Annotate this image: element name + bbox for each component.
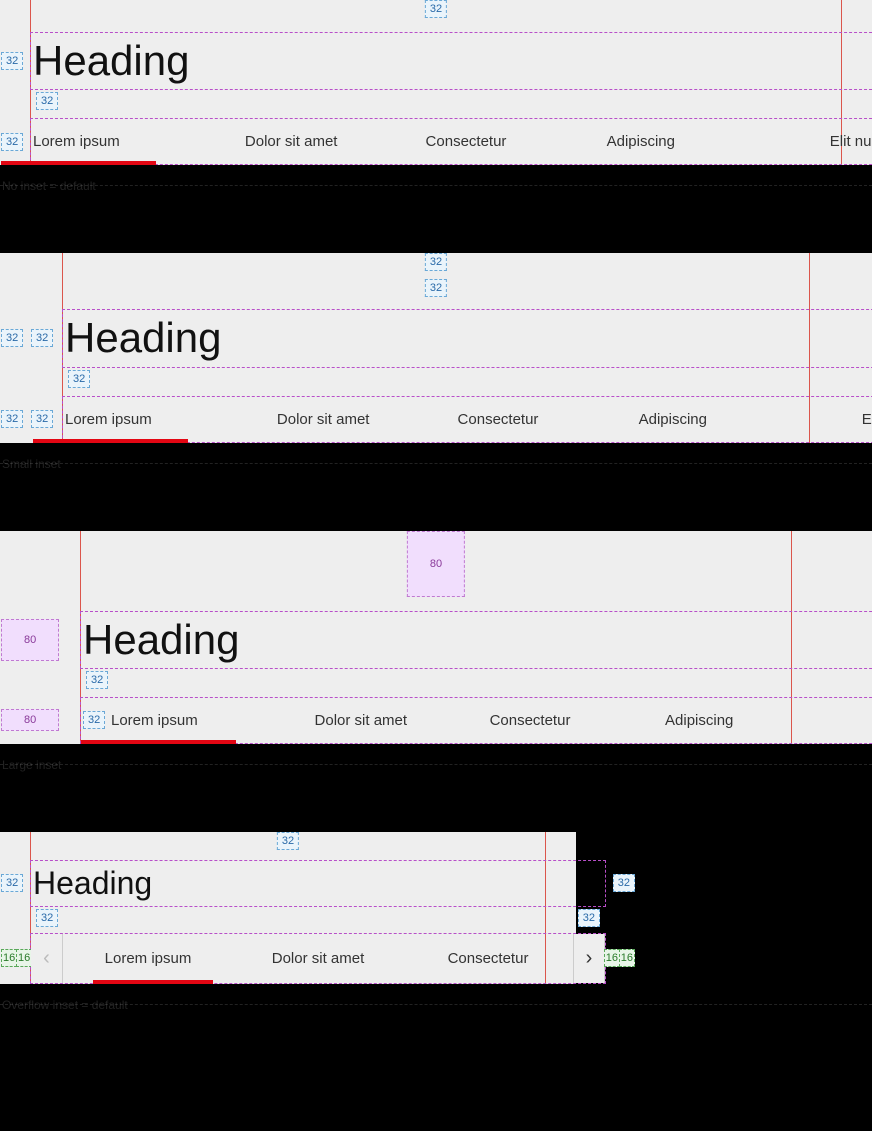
spacing-badge-inner-left: 32 — [68, 370, 90, 388]
chevron-right-icon: › — [586, 947, 593, 970]
example-caption-4: Overflow inset = default — [0, 992, 872, 1020]
page-heading: Heading — [63, 314, 872, 362]
spacing-badge-top-outer: 32 — [425, 253, 447, 271]
page-heading: Heading — [31, 37, 872, 85]
tabs-row: 32 Lorem ipsum Dolor sit amet Consectetu… — [30, 118, 872, 165]
spacing-badge-top: 32 — [425, 0, 447, 18]
spacing-badge-inner-left: 32 — [86, 671, 108, 689]
tab-3[interactable]: Consectetur — [403, 944, 573, 973]
spacing-badge-tabs-left-inner: 32 — [31, 410, 53, 428]
spacing-badge-left-outer: 32 — [1, 329, 23, 347]
tabs-scroll-right[interactable]: › — [573, 934, 605, 983]
tab-2[interactable]: Dolor sit amet — [204, 127, 379, 156]
tab-1[interactable]: Lorem ipsum — [63, 405, 236, 434]
spacing-badge-inner-left: 32 — [36, 92, 58, 110]
tab-5[interactable]: Elit nullam — [784, 706, 872, 735]
tab-3[interactable]: Consectetur — [411, 405, 586, 434]
spacing-badge-top: 80 — [407, 531, 465, 597]
tab-5[interactable]: Elit nullam — [760, 405, 872, 434]
example-caption-1: No inset = default — [0, 173, 872, 253]
tab-1[interactable]: Lorem ipsum — [63, 944, 233, 973]
tabs-row-overflow: 16 16 ‹ Lorem ipsum Dolor sit amet Conse… — [30, 933, 606, 984]
active-tab-underline — [1, 161, 156, 165]
spacing-badge-inner-left: 32 — [36, 909, 58, 927]
spacing-badge-top: 32 — [277, 832, 299, 850]
tab-2[interactable]: Dolor sit amet — [276, 706, 445, 735]
spacing-badge-left: 32 — [1, 874, 23, 892]
tab-3[interactable]: Consectetur — [445, 706, 614, 735]
chevron-left-icon: ‹ — [43, 947, 50, 970]
spacing-badge-arrow-left-inner: 16 — [16, 949, 32, 967]
tab-2[interactable]: Dolor sit amet — [236, 405, 411, 434]
tabs-scroll-left[interactable]: ‹ — [31, 934, 63, 983]
spacing-badge-arrow-right-inner: 16 — [604, 949, 620, 967]
spacing-badge-right: 32 — [613, 874, 635, 892]
spacing-badge-inner-right: 32 — [578, 909, 600, 927]
tabs-row: 32 32 Lorem ipsum Dolor sit amet Consect… — [62, 396, 872, 443]
active-tab-underline — [93, 980, 213, 984]
tab-3[interactable]: Consectetur — [379, 127, 554, 156]
spacing-badge-tabs-left-outer: 80 — [1, 709, 59, 731]
active-tab-underline — [81, 740, 236, 744]
tab-4[interactable]: Adipiscing — [553, 127, 728, 156]
tab-4[interactable]: Adipiscing — [585, 405, 760, 434]
tab-2[interactable]: Dolor sit amet — [233, 944, 403, 973]
spacing-badge-tabs-left: 32 — [1, 133, 23, 151]
spacing-badge-left-inner: 32 — [31, 329, 53, 347]
spacing-badge-tabs-left-outer: 32 — [1, 410, 23, 428]
tab-1[interactable]: Lorem ipsum — [31, 127, 204, 156]
page-heading: Heading — [31, 865, 605, 902]
tab-1[interactable]: Lorem ipsum — [81, 706, 276, 735]
spacing-badge-arrow-right-outer: 16 — [619, 949, 635, 967]
tabs-row: 80 32 Lorem ipsum Dolor sit amet Consect… — [80, 697, 872, 744]
example-caption-2: Small inset — [0, 451, 872, 531]
example-caption-3: Large inset — [0, 752, 872, 832]
active-tab-underline — [33, 439, 188, 443]
spacing-badge-left: 32 — [1, 52, 23, 70]
tab-5[interactable]: Elit nullam — [728, 127, 872, 156]
page-heading: Heading — [81, 616, 872, 664]
spacing-badge-arrow-left-outer: 16 — [1, 949, 17, 967]
tab-4[interactable]: Adipiscing — [615, 706, 784, 735]
spacing-badge-left: 80 — [1, 619, 59, 661]
spacing-badge-top-inner: 32 — [425, 279, 447, 297]
